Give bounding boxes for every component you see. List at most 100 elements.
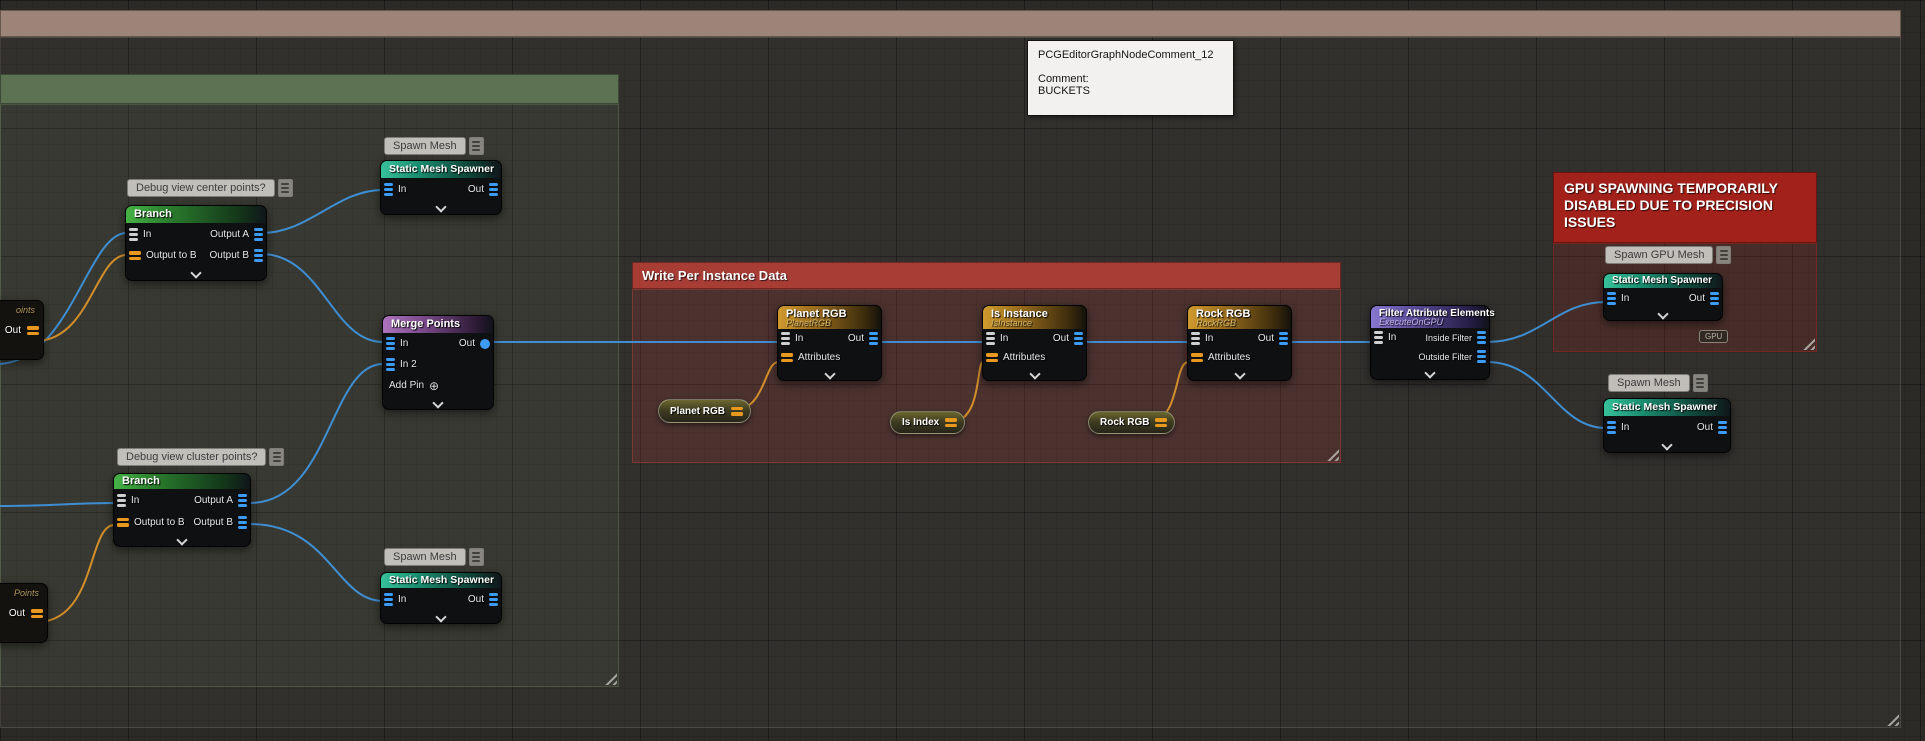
collapse-button[interactable] <box>1188 367 1291 380</box>
node-header[interactable]: Merge Points <box>383 316 493 333</box>
inside-filter-pin[interactable] <box>1477 331 1486 344</box>
output-a-pin[interactable] <box>254 227 263 241</box>
wire-branch-cluster-b-to-sms-bottom[interactable] <box>249 523 384 602</box>
in-pin[interactable] <box>1607 291 1616 305</box>
out-pin[interactable] <box>1155 418 1168 427</box>
pcg-graph-editor-canvas[interactable]: { "colors": { "wire-blue": "#3f8ed2", "w… <box>0 0 1925 741</box>
add-pin-button[interactable]: Add Pin ⊕ <box>389 379 439 393</box>
wire-filter-inside-to-sms-gpu[interactable] <box>1486 301 1607 343</box>
node-sms-bottom[interactable]: Static Mesh Spawner In Out <box>380 572 502 624</box>
collapse-button[interactable] <box>381 200 501 214</box>
out-pin[interactable] <box>1074 332 1083 345</box>
outside-filter-pin[interactable] <box>1477 350 1486 363</box>
node-header[interactable]: Rock RGB RockRGB <box>1188 306 1291 329</box>
bubble-pin-icon[interactable] <box>468 137 484 155</box>
wire-left-to-branch-cluster-in[interactable] <box>0 502 115 507</box>
chevron-down-icon <box>1425 369 1435 377</box>
collapse-button[interactable] <box>126 266 266 280</box>
wire-left-points-b-to-branch-cluster[interactable] <box>39 524 115 623</box>
in-pin[interactable] <box>117 493 126 507</box>
node-header[interactable]: Branch <box>114 474 250 489</box>
out-pin[interactable] <box>480 338 490 349</box>
in-pin[interactable] <box>986 332 995 345</box>
bubble-pin-icon[interactable] <box>1692 374 1708 392</box>
wire-left-points-a-to-branch-center[interactable] <box>37 254 127 342</box>
out-pin[interactable] <box>1279 332 1288 345</box>
output-to-b-pin[interactable] <box>117 517 129 527</box>
bubble-pin-icon[interactable] <box>468 548 484 566</box>
bubble-pin-icon[interactable] <box>1716 246 1732 264</box>
in-pin[interactable] <box>129 227 138 241</box>
bubble-debug-cluster-points[interactable]: Debug view cluster points? <box>117 448 285 466</box>
in-pin[interactable] <box>384 182 393 196</box>
node-header[interactable]: Filter Attribute Elements ExecuteOnGPU <box>1371 306 1495 328</box>
collapse-button[interactable] <box>1604 438 1730 452</box>
out-pin[interactable] <box>731 406 744 416</box>
pill-is-index[interactable]: Is Index <box>890 411 966 434</box>
node-header[interactable]: Planet RGB PlanetRGB <box>778 306 881 329</box>
node-header[interactable]: Static Mesh Spawner <box>381 573 501 588</box>
out-pin[interactable] <box>945 418 958 427</box>
node-header[interactable]: Static Mesh Spawner <box>1604 399 1730 416</box>
wire-filter-outside-to-sms-right[interactable] <box>1486 361 1607 429</box>
in-pin[interactable] <box>384 592 393 606</box>
attributes-pin[interactable] <box>1191 353 1203 362</box>
bubble-spawn-mesh-top[interactable]: Spawn Mesh <box>384 137 484 155</box>
collapse-button[interactable] <box>1371 366 1489 379</box>
out-pin[interactable] <box>869 332 878 345</box>
pill-rock-rgb[interactable]: Rock RGB <box>1088 411 1176 434</box>
node-filter-attribute-elements[interactable]: Filter Attribute Elements ExecuteOnGPU I… <box>1370 305 1495 380</box>
node-branch-center[interactable]: Branch In Output A Output to B Output B <box>125 205 267 281</box>
collapse-button[interactable] <box>778 367 881 380</box>
in-pin[interactable] <box>1191 332 1200 345</box>
node-planet-rgb[interactable]: Planet RGB PlanetRGB In Out Attributes <box>777 305 882 381</box>
node-is-instance[interactable]: Is Instance IsInstance In Out Attributes <box>982 305 1087 381</box>
node-branch-cluster[interactable]: Branch In Output A Output to B Output B <box>113 473 251 547</box>
output-b-pin[interactable] <box>254 249 263 262</box>
node-header[interactable]: Static Mesh Spawner <box>1604 274 1722 288</box>
node-subtitle: oints <box>15 305 35 315</box>
bubble-spawn-mesh-bottom[interactable]: Spawn Mesh <box>384 548 484 566</box>
attributes-pin[interactable] <box>781 353 793 362</box>
bubble-pin-icon[interactable] <box>269 448 285 466</box>
in-pin[interactable] <box>1374 331 1383 344</box>
node-header[interactable]: Static Mesh Spawner <box>381 161 501 178</box>
node-rock-rgb[interactable]: Rock RGB RockRGB In Out Attributes <box>1187 305 1292 381</box>
collapse-button[interactable] <box>983 367 1086 380</box>
output-a-pin[interactable] <box>238 493 247 507</box>
pill-planet-rgb[interactable]: Planet RGB <box>658 399 752 423</box>
out-pin[interactable] <box>31 609 43 618</box>
output-to-b-pin[interactable] <box>129 251 141 260</box>
bubble-spawn-mesh-right[interactable]: Spawn Mesh <box>1608 374 1708 392</box>
out-pin[interactable] <box>489 182 498 196</box>
bubble-spawn-gpu-mesh[interactable]: Spawn GPU Mesh <box>1605 246 1732 264</box>
out-pin[interactable] <box>27 326 39 335</box>
pin-label: Attributes <box>798 352 841 363</box>
wire-branch-cluster-a-to-merge-in2[interactable] <box>249 363 384 504</box>
node-left-points-a[interactable]: oints Out <box>0 300 44 360</box>
out-pin[interactable] <box>489 592 498 606</box>
in-pin[interactable] <box>781 332 790 345</box>
bubble-debug-center-points[interactable]: Debug view center points? <box>127 179 293 197</box>
out-pin[interactable] <box>1710 291 1719 305</box>
collapse-button[interactable] <box>114 533 250 546</box>
in-pin[interactable] <box>386 337 395 350</box>
node-left-points-b[interactable]: Points Out <box>0 583 48 643</box>
node-sms-right[interactable]: Static Mesh Spawner In Out <box>1603 398 1731 453</box>
in2-pin[interactable] <box>386 358 395 371</box>
node-sms-top[interactable]: Static Mesh Spawner In Out <box>380 160 502 215</box>
bubble-pin-icon[interactable] <box>277 179 293 197</box>
collapse-button[interactable] <box>383 396 493 409</box>
node-sms-gpu[interactable]: Static Mesh Spawner In Out <box>1603 273 1723 321</box>
node-header[interactable]: Branch <box>126 206 266 223</box>
node-merge-points[interactable]: Merge Points In Out In 2 Add Pin ⊕ <box>382 315 494 410</box>
chevron-down-icon <box>1030 370 1040 378</box>
collapse-button[interactable] <box>381 610 501 623</box>
attributes-pin[interactable] <box>986 353 998 362</box>
wire-branch-center-b-to-merge-in[interactable] <box>260 253 384 343</box>
output-b-pin[interactable] <box>238 515 247 529</box>
out-pin[interactable] <box>1718 420 1727 434</box>
in-pin[interactable] <box>1607 420 1616 434</box>
node-header[interactable]: Is Instance IsInstance <box>983 306 1086 329</box>
collapse-button[interactable] <box>1604 308 1722 320</box>
